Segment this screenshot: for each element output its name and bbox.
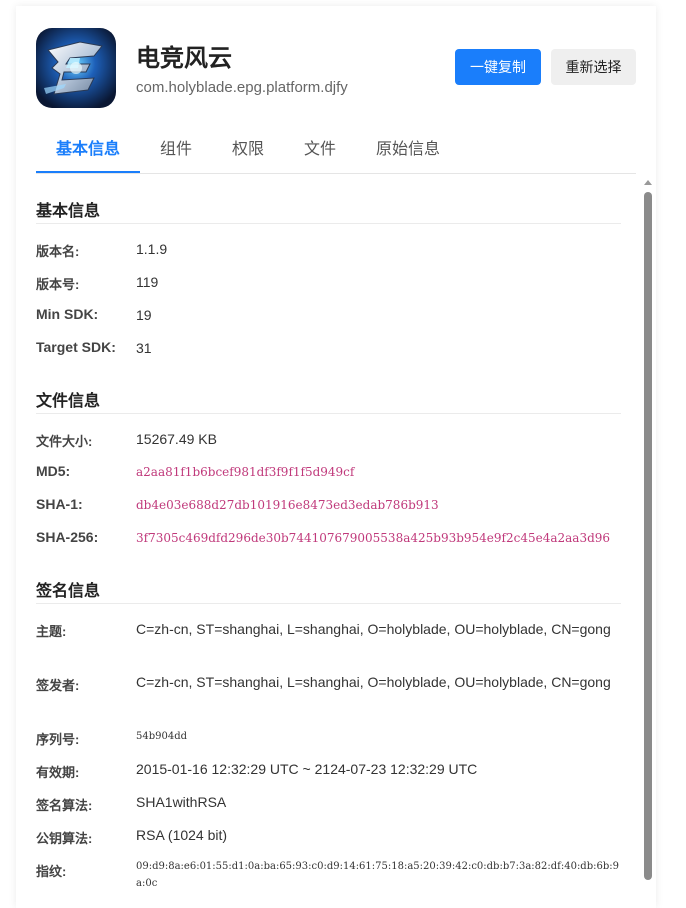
sha256-label: SHA-256: [36, 529, 99, 545]
tab-basic-info[interactable]: 基本信息 [56, 128, 120, 173]
issuer-value: C=zh-cn, ST=shanghai, L=shanghai, O=holy… [136, 674, 611, 690]
reselect-button[interactable]: 重新选择 [551, 49, 636, 85]
vertical-scrollbar[interactable] [643, 180, 653, 890]
file-size-value: 15267.49 KB [136, 431, 217, 447]
sig-algorithm-label: 签名算法: [36, 798, 93, 813]
scrollbar-thumb[interactable] [644, 192, 652, 880]
pubkey-algorithm-label: 公钥算法: [36, 831, 93, 846]
min-sdk-value: 19 [136, 307, 152, 323]
issuer-label: 签发者: [36, 678, 80, 693]
subject-value: C=zh-cn, ST=shanghai, L=shanghai, O=holy… [136, 621, 611, 637]
validity-value: 2015-01-16 12:32:29 UTC ~ 2124-07-23 12:… [136, 761, 478, 777]
divider [36, 413, 621, 414]
tab-raw-info[interactable]: 原始信息 [376, 128, 440, 173]
fingerprint-value: 09:d9:8a:e6:01:55:d1:0a:ba:65:93:c0:d9:1… [136, 861, 619, 889]
version-name-value: 1.1.9 [136, 241, 168, 257]
sha1-value: db4e03e688d27db101916e8473ed3edab786b913 [136, 498, 439, 512]
pubkey-algorithm-value: RSA (1024 bit) [136, 827, 228, 843]
sig-algorithm-value: SHA1withRSA [136, 794, 227, 810]
scroll-up-arrow-icon[interactable] [644, 180, 652, 185]
app-logo-icon [36, 28, 116, 108]
package-name: com.holyblade.epg.platform.djfy [136, 79, 348, 96]
md5-value: a2aa81f1b6bcef981df3f9f1f5d949cf [136, 465, 355, 479]
tab-permissions[interactable]: 权限 [232, 128, 264, 173]
tab-files[interactable]: 文件 [304, 128, 336, 173]
subject-label: 主题: [36, 624, 67, 639]
validity-label: 有效期: [36, 765, 80, 780]
copy-all-button[interactable]: 一键复制 [455, 49, 541, 85]
section-title-signature: 签名信息 [36, 583, 101, 600]
md5-label: MD5: [36, 463, 71, 479]
version-name-label: 版本名: [36, 244, 80, 259]
tab-bar: 基本信息 组件 权限 文件 原始信息 [36, 128, 636, 174]
info-panel[interactable]: 基本信息 版本名: 1.1.9 版本号: 119 Min SDK: 19 Tar… [36, 180, 626, 908]
version-code-value: 119 [136, 274, 159, 290]
divider [36, 223, 621, 224]
app-name: 电竞风云 [136, 45, 232, 72]
target-sdk-value: 31 [136, 340, 152, 356]
fingerprint-label: 指纹: [36, 864, 67, 879]
active-tab-indicator [36, 171, 140, 173]
divider [36, 603, 621, 604]
version-code-label: 版本号: [36, 277, 80, 292]
tab-components[interactable]: 组件 [160, 128, 192, 173]
section-title-file: 文件信息 [36, 393, 101, 410]
section-title-basic: 基本信息 [36, 203, 101, 220]
sha256-value: 3f7305c469dfd296de30b744107679005538a425… [136, 531, 611, 545]
serial-label: 序列号: [36, 732, 80, 747]
serial-value: 54b904dd [136, 731, 188, 742]
sha1-label: SHA-1: [36, 496, 83, 512]
file-size-label: 文件大小: [36, 434, 93, 449]
min-sdk-label: Min SDK: [36, 306, 99, 322]
target-sdk-label: Target SDK: [36, 339, 116, 355]
